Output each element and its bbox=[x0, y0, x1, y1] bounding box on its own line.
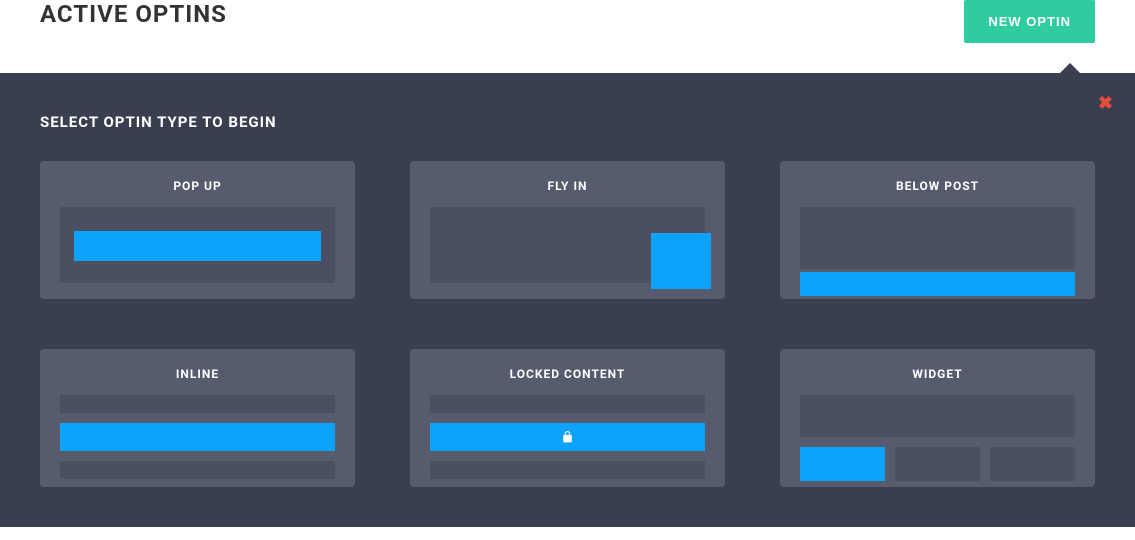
optin-type-panel: ✖ SELECT OPTIN TYPE TO BEGIN POP UP FLY … bbox=[0, 73, 1135, 527]
optin-type-belowpost[interactable]: BELOW POST bbox=[780, 161, 1095, 299]
panel-title: SELECT OPTIN TYPE TO BEGIN bbox=[40, 113, 1095, 131]
card-title: WIDGET bbox=[800, 367, 1075, 381]
new-optin-button[interactable]: NEW OPTIN bbox=[964, 0, 1095, 43]
card-title: LOCKED CONTENT bbox=[430, 367, 705, 381]
panel-arrow-icon bbox=[1060, 63, 1080, 73]
card-title: FLY IN bbox=[430, 179, 705, 193]
optin-type-flyin[interactable]: FLY IN bbox=[410, 161, 725, 299]
flyin-preview-icon bbox=[430, 207, 705, 283]
optin-type-locked[interactable]: LOCKED CONTENT bbox=[410, 349, 725, 487]
card-title: INLINE bbox=[60, 367, 335, 381]
optin-type-inline[interactable]: INLINE bbox=[40, 349, 355, 487]
optin-type-popup[interactable]: POP UP bbox=[40, 161, 355, 299]
close-icon[interactable]: ✖ bbox=[1098, 95, 1113, 113]
inline-preview-icon bbox=[60, 395, 335, 479]
page-title: ACTIVE OPTINS bbox=[40, 0, 227, 28]
widget-preview-icon bbox=[800, 395, 1075, 481]
popup-preview-icon bbox=[60, 207, 335, 283]
locked-preview-icon bbox=[430, 395, 705, 479]
optin-type-widget[interactable]: WIDGET bbox=[780, 349, 1095, 487]
belowpost-preview-icon bbox=[800, 207, 1075, 296]
card-title: BELOW POST bbox=[800, 179, 1075, 193]
lock-icon bbox=[561, 429, 574, 445]
card-title: POP UP bbox=[60, 179, 335, 193]
